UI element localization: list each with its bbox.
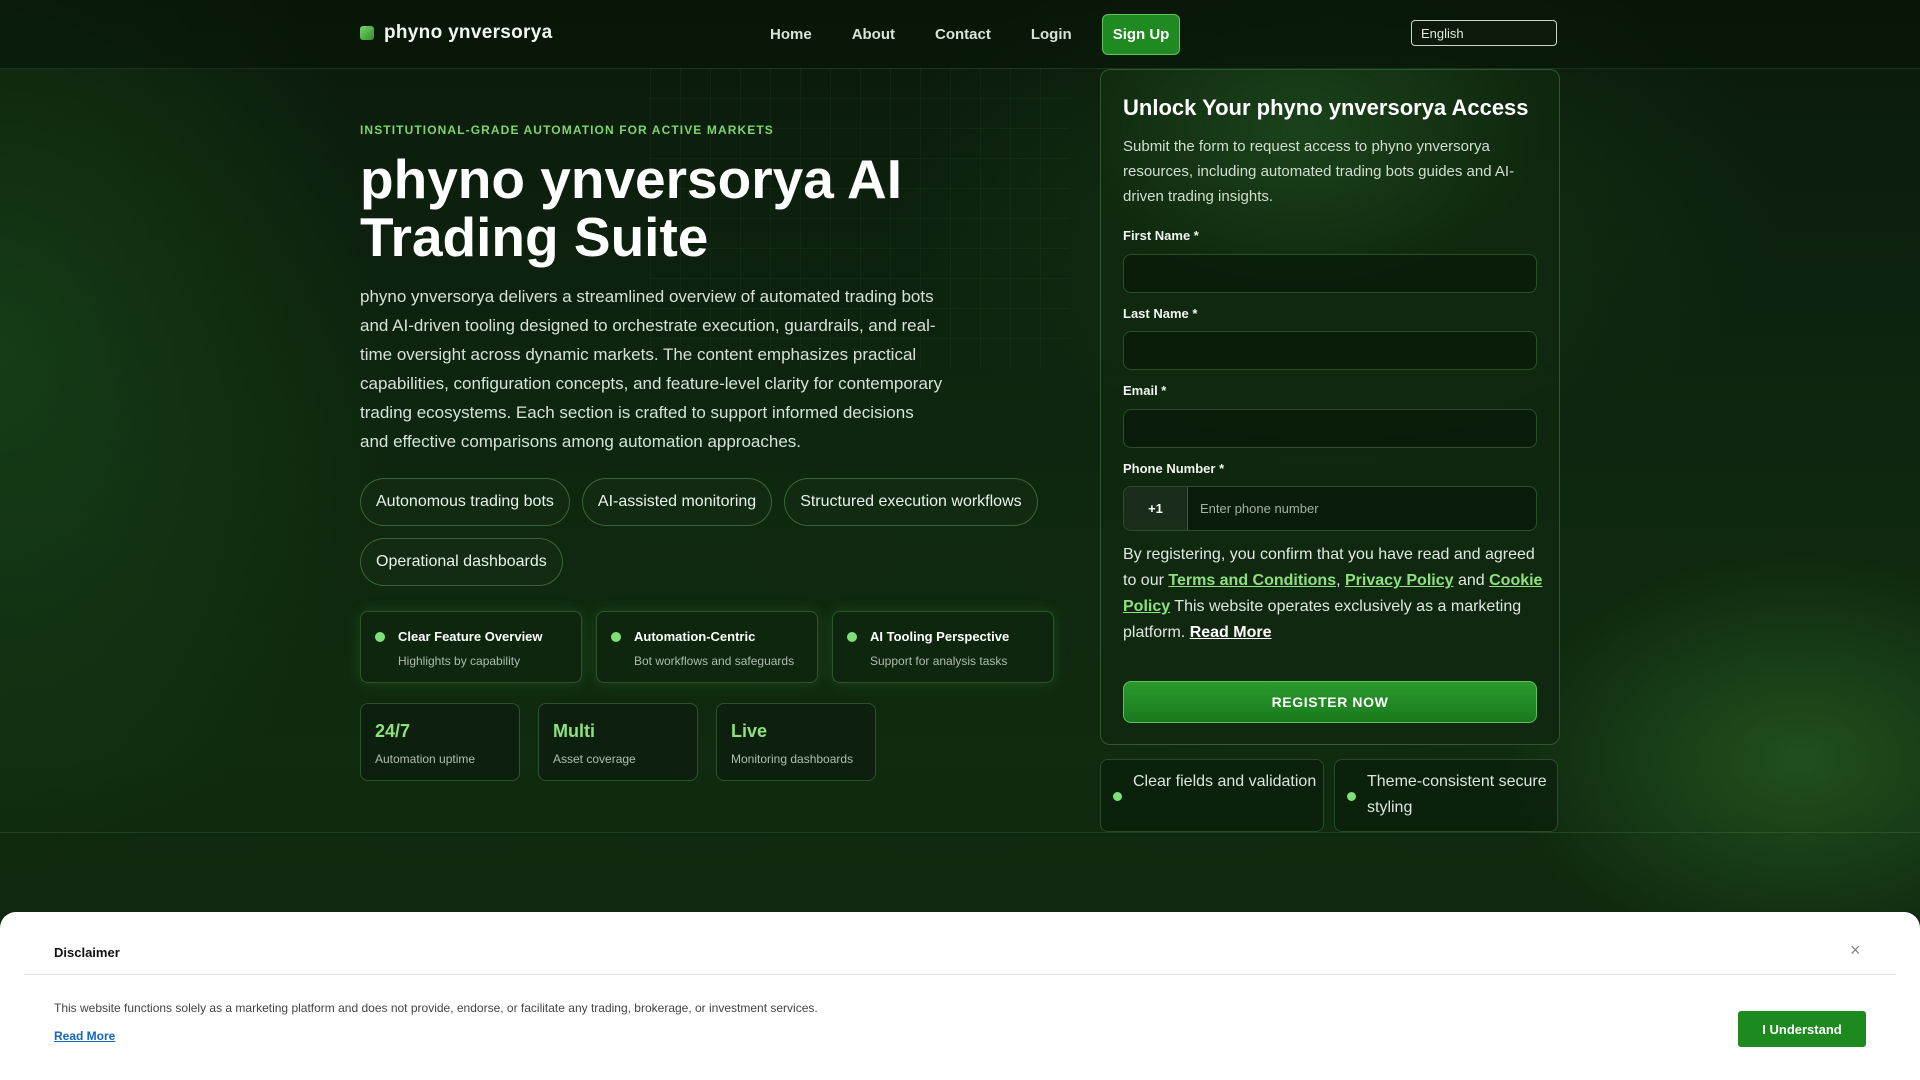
feature-card: AI Tooling Perspective Support for analy…: [832, 611, 1054, 683]
feature-title: AI Tooling Perspective: [870, 629, 1010, 644]
nav-links: Home About Contact Login Sign Up: [770, 14, 1181, 55]
stat-cards: 24/7 Automation uptime Multi Asset cover…: [360, 703, 876, 781]
stat-card: 24/7 Automation uptime: [360, 703, 520, 781]
consent-and: and: [1457, 572, 1485, 589]
feature-card: Automation-Centric Bot workflows and saf…: [596, 611, 818, 683]
stat-label: Automation uptime: [375, 752, 476, 766]
status-dot-icon: [847, 632, 857, 642]
form-read-more-link[interactable]: Read More: [1190, 624, 1272, 641]
status-dot-icon: [1113, 792, 1122, 801]
tag-operational-dashboards: Operational dashboards: [360, 538, 563, 586]
nav-contact[interactable]: Contact: [935, 16, 991, 53]
registration-form-card: Unlock Your phyno ynversorya Access Subm…: [1100, 69, 1560, 745]
status-dot-icon: [611, 632, 621, 642]
brand-name: phyno ynversorya: [384, 22, 553, 43]
stat-card: Live Monitoring dashboards: [716, 703, 876, 781]
disclaimer-title: Disclaimer: [54, 945, 120, 960]
brand-logo[interactable]: phyno ynversorya: [360, 22, 552, 44]
country-code-select[interactable]: +1: [1124, 487, 1188, 530]
hero-eyebrow: INSTITUTIONAL-GRADE AUTOMATION FOR ACTIV…: [360, 123, 774, 137]
consent-text: By registering, you confirm that you hav…: [1123, 546, 1543, 641]
feature-subtitle: Support for analysis tasks: [870, 654, 1008, 668]
nav-about[interactable]: About: [852, 16, 895, 53]
hero-description: phyno ynversorya delivers a streamlined …: [360, 287, 943, 451]
last-name-label: Last Name *: [1123, 306, 1198, 321]
stat-value: 24/7: [375, 721, 411, 741]
feature-subtitle: Bot workflows and safeguards: [634, 654, 795, 668]
signup-button[interactable]: Sign Up: [1101, 14, 1181, 55]
stat-value: Live: [731, 721, 768, 741]
disclaimer-text: This website functions solely as a marke…: [54, 1001, 818, 1015]
stat-label: Asset coverage: [553, 752, 636, 766]
disclaimer-banner: Disclaimer × This website functions sole…: [0, 912, 1920, 1080]
nav-home[interactable]: Home: [770, 16, 812, 53]
logo-mark-icon: [360, 26, 374, 40]
feature-title: Automation-Centric: [634, 629, 756, 644]
tag-execution-workflows: Structured execution workflows: [784, 478, 1038, 526]
stat-card: Multi Asset coverage: [538, 703, 698, 781]
form-note-text: Theme-consistent secure styling: [1367, 773, 1547, 816]
first-name-label: First Name *: [1123, 228, 1199, 243]
status-dot-icon: [1347, 792, 1356, 801]
disclaimer-divider: [24, 974, 1896, 975]
hero-divider: [0, 832, 1920, 833]
terms-link[interactable]: Terms and Conditions: [1168, 572, 1336, 589]
hero-title: phyno ynversorya AI Trading Suite: [360, 148, 903, 268]
consent-suffix: This website operates exclusively as a m…: [1123, 598, 1522, 641]
email-label: Email *: [1123, 383, 1167, 398]
feature-title: Clear Feature Overview: [398, 629, 543, 644]
stat-label: Monitoring dashboards: [731, 752, 854, 766]
tag-ai-monitoring: AI-assisted monitoring: [581, 478, 773, 526]
form-notes: Clear fields and validation Theme-consis…: [1100, 759, 1558, 832]
register-button[interactable]: REGISTER NOW: [1123, 681, 1537, 723]
privacy-link[interactable]: Privacy Policy: [1345, 572, 1454, 589]
nav-login[interactable]: Login: [1031, 16, 1072, 53]
i-understand-button[interactable]: I Understand: [1738, 1011, 1866, 1047]
top-navbar: phyno ynversorya Home About Contact Logi…: [0, 0, 1920, 69]
form-description: Submit the form to request access to phy…: [1123, 138, 1515, 205]
feature-subtitle: Highlights by capability: [398, 654, 521, 668]
stat-value: Multi: [553, 721, 595, 741]
form-title: Unlock Your phyno ynversorya Access: [1123, 95, 1529, 120]
phone-label: Phone Number *: [1123, 461, 1225, 476]
close-icon[interactable]: ×: [1850, 940, 1861, 961]
feature-cards: Clear Feature Overview Highlights by cap…: [360, 611, 1054, 683]
form-note-card: Theme-consistent secure styling: [1334, 759, 1558, 832]
form-note-text: Clear fields and validation: [1133, 773, 1317, 790]
last-name-field[interactable]: [1123, 331, 1537, 370]
capability-tags: Autonomous trading bots AI-assisted moni…: [360, 478, 1080, 586]
tag-autonomous-bots: Autonomous trading bots: [360, 478, 570, 526]
form-note-card: Clear fields and validation: [1100, 759, 1324, 832]
status-dot-icon: [375, 632, 385, 642]
language-select[interactable]: English: [1411, 20, 1557, 46]
phone-input[interactable]: [1188, 487, 1536, 530]
disclaimer-read-more-link[interactable]: Read More: [54, 1029, 115, 1043]
feature-card: Clear Feature Overview Highlights by cap…: [360, 611, 582, 683]
phone-field-group: +1: [1123, 486, 1537, 531]
email-field[interactable]: [1123, 409, 1537, 448]
first-name-field[interactable]: [1123, 254, 1537, 293]
